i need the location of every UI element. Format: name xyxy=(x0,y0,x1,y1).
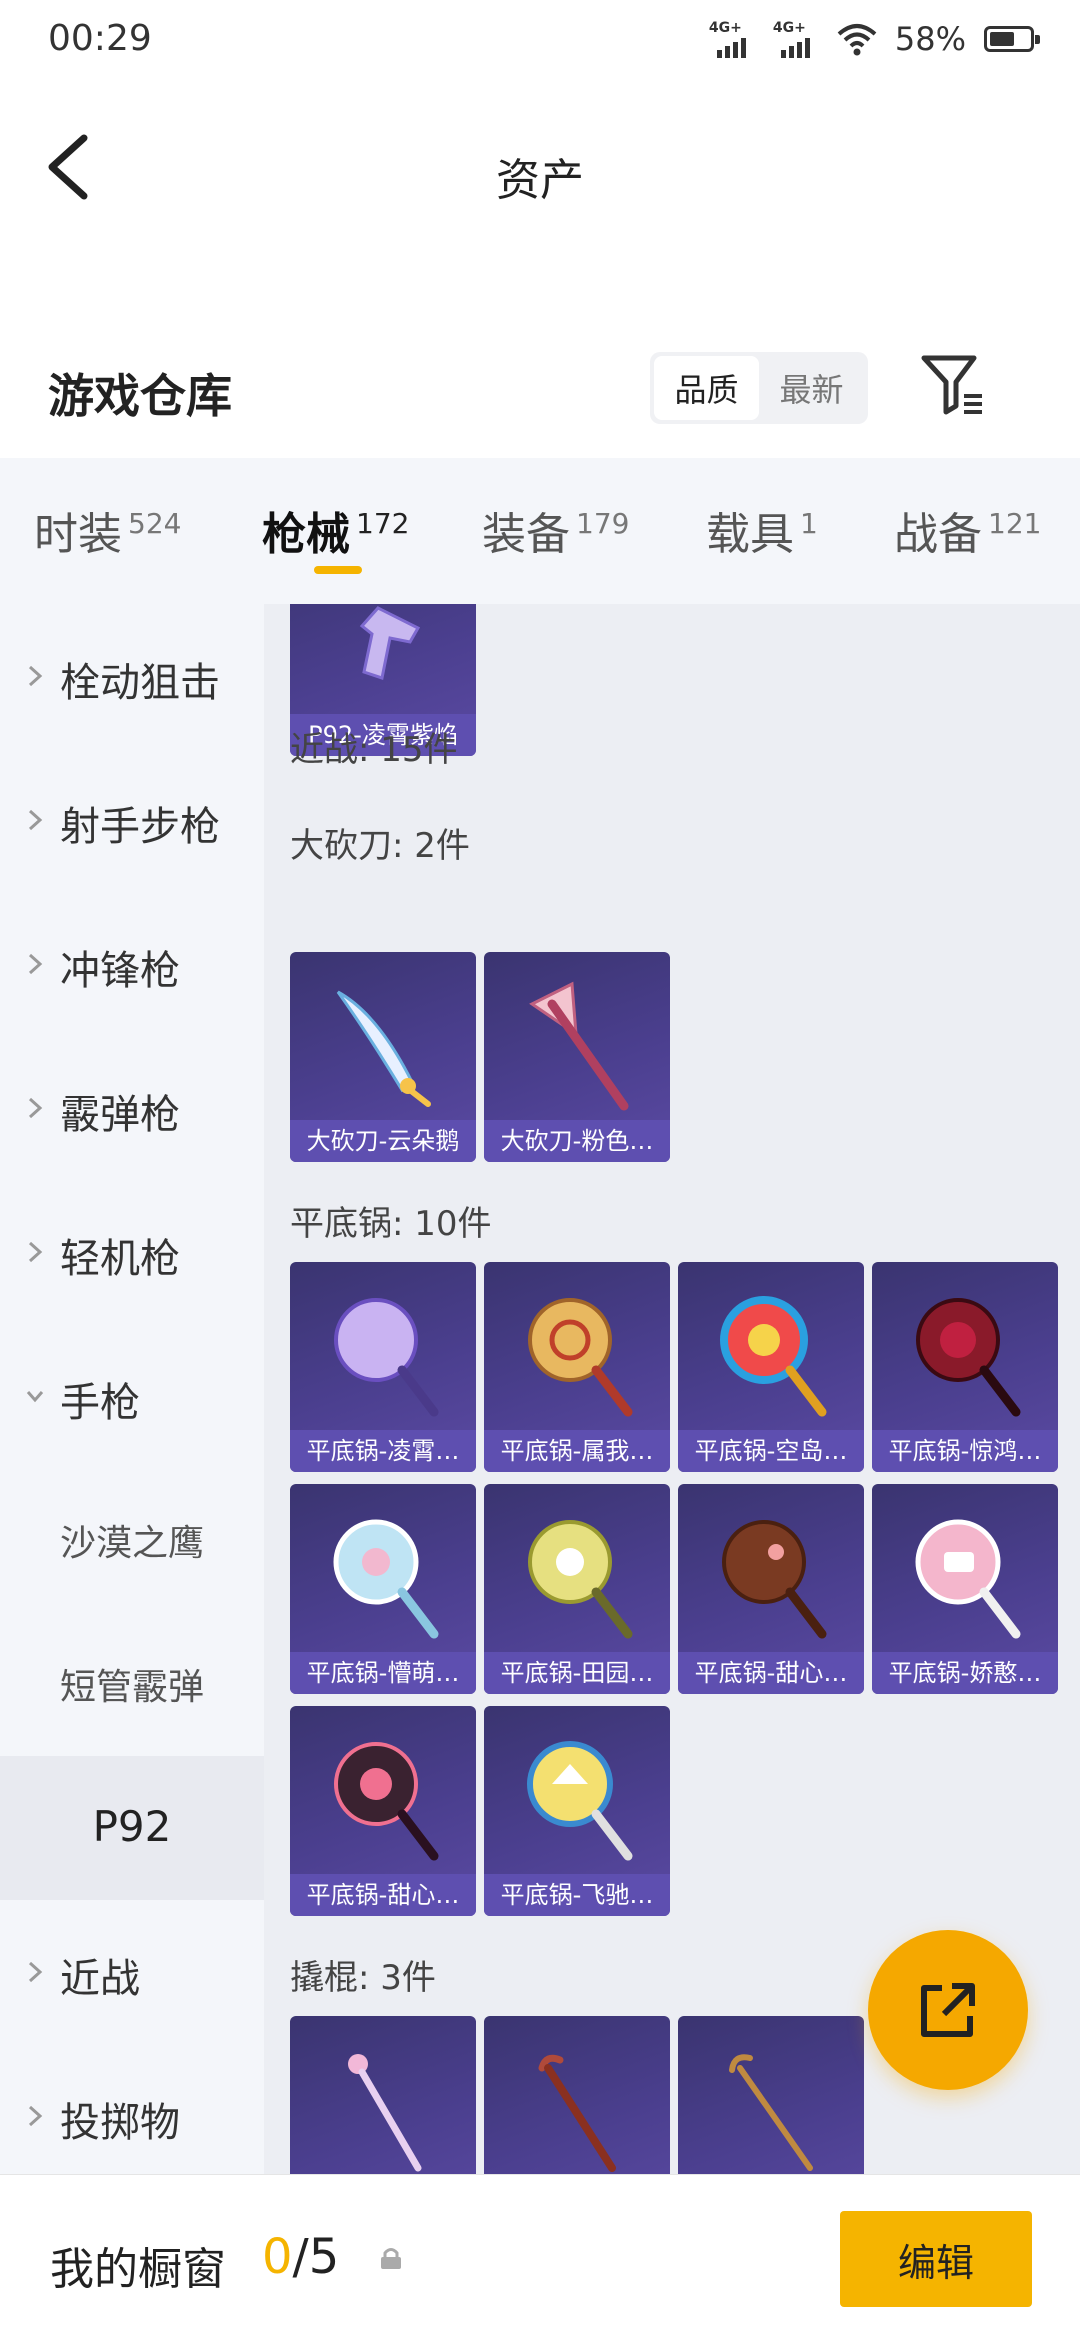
showcase-label: 我的橱窗 xyxy=(50,2244,226,2295)
cellular-signal-icon: 4G+ xyxy=(709,20,755,58)
wifi-icon xyxy=(837,24,877,56)
sidebar-subitem-sawed-off[interactable]: 短管霰弹 xyxy=(0,1612,264,1756)
section-machete-count: 大砍刀: 2件 xyxy=(290,826,470,866)
section-crowbar-count: 撬棍: 3件 xyxy=(290,1958,436,1998)
edit-button[interactable]: 编辑 xyxy=(840,2211,1032,2307)
pan-skin-icon xyxy=(528,1298,633,1417)
item-card[interactable] xyxy=(484,2016,670,2174)
sidebar-item-melee[interactable]: 近战 xyxy=(0,1900,264,2044)
status-icons: 4G+ 4G+ 58% xyxy=(709,20,1040,58)
item-card[interactable]: 大砍刀-云朵鹅 xyxy=(290,952,476,1162)
sidebar-item-pistol[interactable]: 手枪 xyxy=(0,1324,264,1468)
item-card[interactable]: 平底锅-惊鸿… xyxy=(872,1262,1058,1472)
item-card[interactable]: 平底锅-田园… xyxy=(484,1484,670,1694)
sidebar-item-shotgun[interactable]: 霰弹枪 xyxy=(0,1036,264,1180)
pan-skin-icon xyxy=(333,1519,439,1639)
tab-vehicles[interactable]: 载具 1 xyxy=(706,498,818,562)
section-pan-count: 平底锅: 10件 xyxy=(290,1204,492,1244)
machete-skin-icon xyxy=(336,990,431,1107)
axe-skin-icon xyxy=(529,981,629,1111)
weapon-category-sidebar: 栓动狙击 射手步枪 冲锋枪 霰弹枪 轻机枪 手枪 沙漠之鹰 短管霰弹 P92 近… xyxy=(0,604,264,2174)
pan-skin-icon xyxy=(334,1298,439,1417)
filter-icon[interactable] xyxy=(918,350,988,420)
pan-skin-icon xyxy=(527,1741,633,1861)
page-title: 资产 xyxy=(496,155,584,206)
header: 资产 xyxy=(0,84,1080,254)
pan-skin-icon xyxy=(334,1742,439,1861)
chevron-right-icon xyxy=(28,1961,43,1983)
pistol-skin-icon xyxy=(359,606,421,680)
item-card[interactable]: 平底锅-甜心… xyxy=(290,1706,476,1916)
item-card[interactable]: 平底锅-懵萌… xyxy=(290,1484,476,1694)
sort-quality-button[interactable]: 品质 xyxy=(654,356,759,420)
item-card[interactable]: 平底锅-娇憨… xyxy=(872,1484,1058,1694)
sidebar-item-throwables[interactable]: 投掷物 xyxy=(0,2044,264,2188)
tab-equipment[interactable]: 装备 179 xyxy=(482,498,629,562)
crowbar-skin-icon xyxy=(729,2054,813,2171)
item-card[interactable]: 平底锅-属我… xyxy=(484,1262,670,1472)
sort-toggle: 品质 最新 xyxy=(650,352,868,424)
sidebar-subitem-desert-eagle[interactable]: 沙漠之鹰 xyxy=(0,1468,264,1612)
warehouse-title: 游戏仓库 xyxy=(48,369,232,423)
chevron-right-icon xyxy=(28,2105,43,2127)
chevron-right-icon xyxy=(28,665,43,687)
status-bar: 00:29 4G+ 4G+ 58% xyxy=(0,0,1080,84)
chevron-right-icon xyxy=(28,1241,43,1263)
share-button[interactable] xyxy=(868,1930,1028,2090)
item-card[interactable]: 平底锅-飞驰… xyxy=(484,1706,670,1916)
lock-icon xyxy=(381,2248,401,2269)
showcase-bar: 我的橱窗 0/5 编辑 xyxy=(0,2174,1080,2340)
tab-outfits[interactable]: 时装 524 xyxy=(34,498,181,562)
cellular-signal-icon: 4G+ xyxy=(773,20,819,58)
pan-skin-icon xyxy=(916,1298,1021,1417)
sort-newest-button[interactable]: 最新 xyxy=(759,356,864,420)
tab-active-indicator xyxy=(314,566,362,574)
chevron-down-icon xyxy=(26,1391,44,1403)
sidebar-subitem-p92[interactable]: P92 xyxy=(0,1756,264,1900)
crowbar-skin-icon xyxy=(348,2054,422,2172)
category-tabs: 时装 524 枪械 172 装备 179 载具 1 战备 121 xyxy=(0,458,1080,604)
pan-skin-icon xyxy=(528,1520,633,1639)
pan-skin-icon xyxy=(720,1296,827,1417)
item-card[interactable]: 大砍刀-粉色… xyxy=(484,952,670,1162)
item-card[interactable] xyxy=(290,2016,476,2174)
chevron-right-icon xyxy=(28,809,43,831)
crowbar-skin-icon xyxy=(538,2054,616,2172)
item-card[interactable]: 平底锅-凌霄… xyxy=(290,1262,476,1472)
pan-skin-icon xyxy=(722,1520,827,1639)
pan-skin-icon xyxy=(915,1519,1021,1639)
section-melee-count: 近战: 15件 xyxy=(290,730,458,770)
showcase-count: 0/5 xyxy=(262,2229,340,2285)
item-card[interactable]: 平底锅-甜心… xyxy=(678,1484,864,1694)
battery-icon xyxy=(984,26,1040,52)
sidebar-item-bolt-sniper[interactable]: 栓动狙击 xyxy=(0,604,264,748)
item-card[interactable] xyxy=(678,2016,864,2174)
sidebar-item-dmr[interactable]: 射手步枪 xyxy=(0,748,264,892)
sidebar-item-lmg[interactable]: 轻机枪 xyxy=(0,1180,264,1324)
battery-percent: 58% xyxy=(894,20,966,58)
tab-supplies[interactable]: 战备 121 xyxy=(894,498,1041,562)
share-icon xyxy=(921,1983,975,2037)
item-card[interactable]: 平底锅-空岛… xyxy=(678,1262,864,1472)
status-time: 00:29 xyxy=(48,18,152,59)
chevron-right-icon xyxy=(28,1097,43,1119)
tab-firearms[interactable]: 枪械 172 xyxy=(262,498,409,562)
sidebar-item-smg[interactable]: 冲锋枪 xyxy=(0,892,264,1036)
chevron-right-icon xyxy=(28,953,43,975)
